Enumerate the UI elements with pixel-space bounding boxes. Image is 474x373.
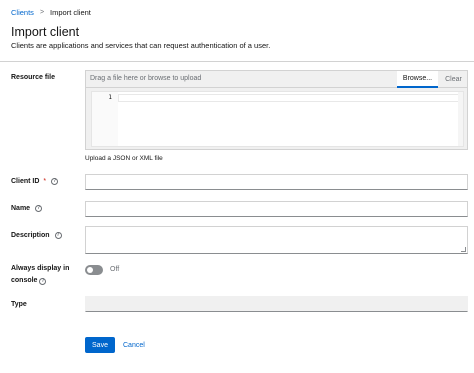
resource-file-helper-text: Upload a JSON or XML file	[85, 155, 163, 162]
breadcrumb-clients-link[interactable]: Clients	[11, 8, 34, 17]
editor-current-line	[118, 94, 463, 102]
breadcrumb: Clients > Import client	[11, 8, 91, 17]
page-title: Import client	[11, 25, 80, 39]
editor-scrollbar[interactable]	[458, 92, 463, 146]
type-label: Type	[11, 301, 27, 308]
type-input	[85, 296, 468, 312]
file-upload-dropzone[interactable]: Drag a file here or browse to upload Bro…	[85, 70, 468, 88]
save-button[interactable]: Save	[85, 337, 115, 353]
resize-handle[interactable]	[461, 247, 466, 252]
description-label: Description ?	[11, 232, 62, 239]
always-display-label-line2-wrap: console ?	[11, 277, 47, 285]
name-input[interactable]	[85, 201, 468, 217]
browse-button[interactable]: Browse...	[397, 71, 438, 88]
import-client-form: Resource file Drag a file here or browse…	[0, 62, 474, 373]
toggle-knob	[87, 267, 93, 273]
page-header: Clients > Import client Import client Cl…	[0, 0, 474, 62]
page-description: Clients are applications and services th…	[11, 41, 271, 50]
resource-file-label: Resource file	[11, 74, 55, 81]
file-upload-placeholder: Drag a file here or browse to upload	[90, 75, 202, 82]
always-display-state: Off	[110, 266, 120, 273]
help-icon[interactable]: ?	[54, 232, 62, 239]
client-id-label: Client ID * ?	[11, 178, 59, 185]
always-display-label: Always display in console ?	[11, 265, 69, 285]
description-textarea[interactable]	[85, 226, 468, 254]
editor-gutter: 1	[92, 92, 118, 146]
help-icon[interactable]: ?	[35, 205, 43, 212]
required-marker: *	[43, 178, 47, 185]
always-display-label-line2: console	[11, 277, 38, 284]
cancel-button[interactable]: Cancel	[123, 337, 145, 353]
clear-button[interactable]: Clear	[438, 71, 469, 88]
line-number: 1	[108, 94, 112, 101]
code-editor-area[interactable]: 1	[91, 91, 464, 147]
always-display-label-line1: Always display in	[11, 265, 70, 272]
code-editor[interactable]: 1	[85, 88, 468, 150]
always-display-toggle[interactable]	[85, 265, 103, 275]
help-icon[interactable]: ?	[51, 178, 59, 185]
client-id-input[interactable]	[85, 174, 468, 190]
help-icon[interactable]: ?	[39, 277, 47, 285]
name-label: Name ?	[11, 205, 43, 212]
chevron-right-icon: >	[39, 9, 45, 16]
breadcrumb-current: Import client	[50, 8, 91, 17]
